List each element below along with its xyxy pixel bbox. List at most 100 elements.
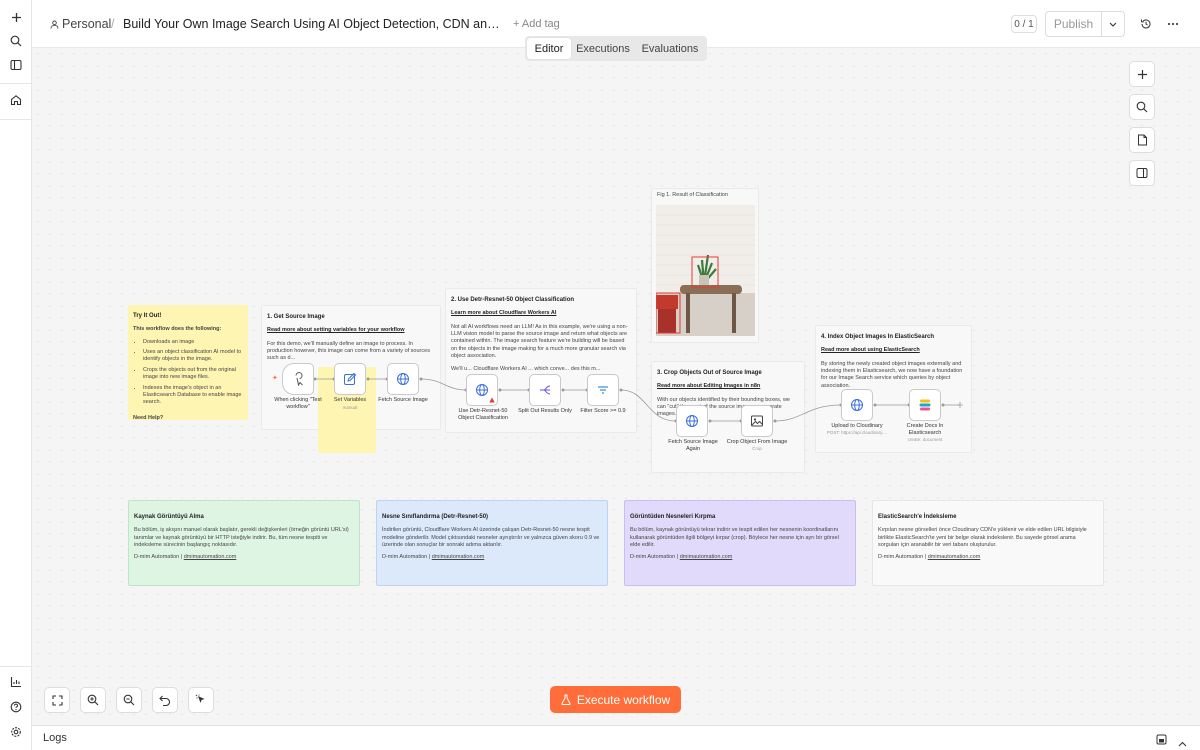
document-icon <box>1137 134 1147 146</box>
tab-evaluations[interactable]: Evaluations <box>635 38 705 59</box>
publish-button[interactable]: Publish <box>1046 12 1102 36</box>
workflow-canvas[interactable]: Try It Out! This workflow does the follo… <box>32 48 1200 725</box>
split-icon <box>540 385 551 395</box>
node-sublabel: create: document <box>907 437 943 442</box>
add-node-button[interactable] <box>1129 61 1155 87</box>
globe-icon <box>686 415 698 427</box>
add-tag-button[interactable]: + Add tag <box>513 18 560 30</box>
note-footer: D-mim Automation | dmimautomation.com <box>134 554 354 561</box>
globe-icon <box>851 399 863 411</box>
workflow-title[interactable]: Build Your Own Image Search Using AI Obj… <box>123 17 503 31</box>
note-footer-text: D-mim Automation | <box>134 554 184 561</box>
node-label: Fetch Source Image <box>378 397 428 403</box>
settings-gear-icon[interactable] <box>6 722 26 742</box>
node-detr-classification[interactable] <box>466 374 498 406</box>
left-sidebar <box>0 0 32 750</box>
panel-toggle-icon[interactable] <box>6 55 26 75</box>
tab-executions[interactable]: Executions <box>571 38 635 59</box>
search-nodes-button[interactable] <box>1129 94 1155 120</box>
sticky-note-tr-3[interactable]: Görüntüden Nesneleri Kırpma Bu bölüm, ka… <box>624 500 856 586</box>
note-title: Kaynak Görüntüyü Alma <box>134 514 204 520</box>
add-sticky-button[interactable] <box>1129 127 1155 153</box>
node-crop-object[interactable] <box>741 405 773 437</box>
node-label: Split Out Results Only <box>518 408 572 414</box>
toggle-panel-button[interactable] <box>1129 160 1155 186</box>
note-footer: D-mim Automation | dmimautomation.com <box>382 554 602 561</box>
panel-right-icon <box>1136 168 1148 178</box>
note-footer: D-mim Automation | dmimautomation.com <box>630 554 850 561</box>
globe-icon <box>476 384 488 396</box>
globe-icon <box>397 373 409 385</box>
note-body: Kırpılan nesne görselleri önce Cloudinar… <box>878 527 1087 548</box>
breadcrumb-project[interactable]: Personal <box>50 17 111 31</box>
history-icon[interactable] <box>1137 15 1155 33</box>
node-upload-cloudinary[interactable] <box>841 389 873 421</box>
elasticsearch-icon <box>919 399 931 411</box>
note-footer-text: D-mim Automation | <box>630 554 680 561</box>
note-title: Görüntüden Nesneleri Kırpma <box>630 514 716 520</box>
zoom-out-button[interactable] <box>116 687 142 713</box>
note-footer-text: D-mim Automation | <box>878 554 928 561</box>
logs-popout-icon[interactable] <box>1156 732 1167 750</box>
sticky-note-tr-4[interactable]: ElasticSearch'e İndeksleme Kırpılan nesn… <box>872 500 1104 586</box>
note-footer-link[interactable]: dmimautomation.com <box>928 554 981 560</box>
note-footer-link[interactable]: dmimautomation.com <box>680 554 733 560</box>
trigger-bolt-icon: ✦ <box>272 375 278 382</box>
note-title: Nesne Sınıflandırma (Detr-Resnet-50) <box>382 514 489 520</box>
zoom-in-icon <box>87 694 99 706</box>
fit-view-button[interactable] <box>44 687 70 713</box>
logs-label: Logs <box>43 732 67 744</box>
logs-panel-bar[interactable]: Logs <box>32 725 1200 750</box>
plus-icon[interactable] <box>6 7 26 27</box>
tab-editor[interactable]: Editor <box>527 38 571 59</box>
execute-workflow-button[interactable]: Execute workflow <box>550 686 681 713</box>
note-footer-link[interactable]: dmimautomation.com <box>432 554 485 560</box>
filter-icon <box>598 386 608 394</box>
warning-icon <box>489 397 495 403</box>
node-fetch-source-again[interactable] <box>676 405 708 437</box>
more-options-icon[interactable] <box>1164 15 1182 33</box>
note-body: İndirilen görüntü, Cloudflare Workers AI… <box>382 527 600 548</box>
note-footer: D-mim Automation | dmimautomation.com <box>878 554 1098 561</box>
node-split-out[interactable] <box>529 374 561 406</box>
execute-workflow-label: Execute workflow <box>576 692 671 707</box>
note-body: Bu bölüm, iş akışını manuel olarak başla… <box>134 527 349 548</box>
node-set-variables[interactable] <box>334 363 366 395</box>
search-icon[interactable] <box>6 31 26 51</box>
node-label: Use Detr-Resnet-50 Object Classification <box>458 408 508 422</box>
note-footer-text: D-mim Automation | <box>382 554 432 561</box>
tidy-up-button[interactable] <box>188 687 214 713</box>
pencil-icon <box>344 372 357 385</box>
zoom-out-icon <box>123 694 135 706</box>
publish-button-group: Publish <box>1045 11 1125 37</box>
node-label: Filter Score >= 0.9 <box>580 408 626 414</box>
fullscreen-icon <box>51 694 63 706</box>
note-footer-link[interactable]: dmimautomation.com <box>184 554 237 560</box>
version-counter: 0 / 1 <box>1011 15 1037 33</box>
sticky-note-tr-1[interactable]: Kaynak Görüntüyü Alma Bu bölüm, iş akışı… <box>128 500 360 586</box>
flask-icon <box>561 694 571 705</box>
home-icon[interactable] <box>6 90 26 110</box>
search-icon <box>1136 101 1148 113</box>
undo-button[interactable] <box>152 687 178 713</box>
zoom-in-button[interactable] <box>80 687 106 713</box>
node-label: Create Docs In Elasticsearch <box>906 423 944 437</box>
chevron-down-icon[interactable] <box>1102 12 1124 36</box>
user-icon <box>50 20 59 29</box>
node-label: Set Variables <box>333 397 367 403</box>
node-fetch-source-image[interactable] <box>387 363 419 395</box>
sticky-note-tr-2[interactable]: Nesne Sınıflandırma (Detr-Resnet-50) İnd… <box>376 500 608 586</box>
node-create-docs-elasticsearch[interactable] <box>909 389 941 421</box>
note-body: Bu bölüm, kaynak görüntüyü tekrar indiri… <box>630 527 839 548</box>
plus-icon <box>1137 69 1147 79</box>
node-filter-score[interactable] <box>587 374 619 406</box>
node-sublabel: manual <box>342 405 358 410</box>
node-label: When clicking "Test workflow" <box>274 397 322 411</box>
insights-icon[interactable] <box>6 672 26 692</box>
help-icon[interactable] <box>6 697 26 717</box>
node-label: Fetch Source Image Again <box>668 439 718 453</box>
node-sublabel: POST: https://api.cloudinary.... <box>826 430 888 435</box>
chevron-up-icon[interactable] <box>1178 734 1187 750</box>
cursor-magic-icon <box>195 694 205 703</box>
node-manual-trigger[interactable] <box>282 363 314 395</box>
